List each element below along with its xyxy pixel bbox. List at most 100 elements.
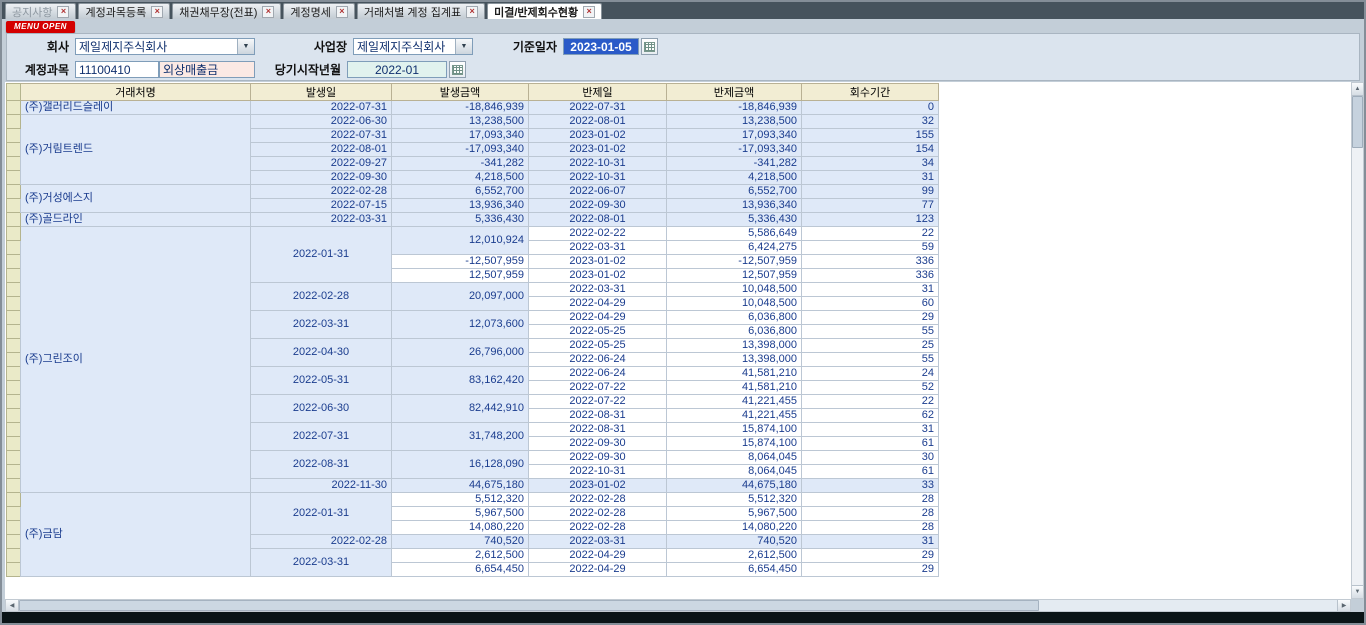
chevron-down-icon[interactable]: ▼	[455, 39, 472, 54]
scroll-down-icon[interactable]: ▼	[1352, 585, 1363, 598]
row-selector[interactable]	[7, 101, 21, 115]
row-selector[interactable]	[7, 563, 21, 577]
occur-date-cell[interactable]: 2022-03-31	[251, 311, 392, 339]
collect-days-cell[interactable]: 34	[802, 157, 939, 171]
column-header[interactable]: 회수기간	[802, 84, 939, 101]
settle-amount-cell[interactable]: 14,080,220	[667, 521, 802, 535]
close-icon[interactable]: ×	[466, 6, 478, 18]
occur-amount-cell[interactable]: 6,654,450	[392, 563, 529, 577]
collect-days-cell[interactable]: 28	[802, 521, 939, 535]
settle-amount-cell[interactable]: 15,874,100	[667, 437, 802, 451]
row-selector[interactable]	[7, 451, 21, 465]
settle-date-cell[interactable]: 2022-02-22	[529, 227, 667, 241]
row-selector[interactable]	[7, 269, 21, 283]
settle-date-cell[interactable]: 2022-03-31	[529, 283, 667, 297]
settle-date-cell[interactable]: 2022-04-29	[529, 549, 667, 563]
horizontal-scrollbar[interactable]: ◀ ▶	[5, 599, 1351, 612]
tab-2[interactable]: 계정과목등록×	[78, 3, 170, 19]
occur-amount-cell[interactable]: 16,128,090	[392, 451, 529, 479]
settle-date-cell[interactable]: 2022-08-01	[529, 115, 667, 129]
collect-days-cell[interactable]: 55	[802, 325, 939, 339]
occur-amount-cell[interactable]: 14,080,220	[392, 521, 529, 535]
collect-days-cell[interactable]: 28	[802, 507, 939, 521]
settle-amount-cell[interactable]: 41,221,455	[667, 409, 802, 423]
occur-date-cell[interactable]: 2022-07-31	[251, 423, 392, 451]
settle-date-cell[interactable]: 2022-02-28	[529, 493, 667, 507]
settle-amount-cell[interactable]: 41,581,210	[667, 381, 802, 395]
column-header[interactable]: 발생금액	[392, 84, 529, 101]
tab-4[interactable]: 계정명세×	[283, 3, 354, 19]
settle-amount-cell[interactable]: 6,036,800	[667, 311, 802, 325]
occur-date-cell[interactable]: 2022-08-31	[251, 451, 392, 479]
collect-days-cell[interactable]: 25	[802, 339, 939, 353]
row-selector[interactable]	[7, 255, 21, 269]
occur-date-cell[interactable]: 2022-06-30	[251, 395, 392, 423]
settle-date-cell[interactable]: 2022-04-29	[529, 311, 667, 325]
occur-amount-cell[interactable]: -17,093,340	[392, 143, 529, 157]
occur-amount-cell[interactable]: 12,507,959	[392, 269, 529, 283]
settle-amount-cell[interactable]: 41,221,455	[667, 395, 802, 409]
occur-amount-cell[interactable]: 31,748,200	[392, 423, 529, 451]
occur-amount-cell[interactable]: 12,073,600	[392, 311, 529, 339]
settle-date-cell[interactable]: 2022-03-31	[529, 241, 667, 255]
settle-date-cell[interactable]: 2022-04-29	[529, 297, 667, 311]
column-header[interactable]: 반제일	[529, 84, 667, 101]
row-selector[interactable]	[7, 507, 21, 521]
collect-days-cell[interactable]: 155	[802, 129, 939, 143]
row-selector[interactable]	[7, 283, 21, 297]
settle-date-cell[interactable]: 2022-08-01	[529, 213, 667, 227]
base-date-input[interactable]: 2023-01-05	[563, 38, 639, 55]
row-selector[interactable]	[7, 185, 21, 199]
collect-days-cell[interactable]: 52	[802, 381, 939, 395]
settle-amount-cell[interactable]: 5,336,430	[667, 213, 802, 227]
settle-amount-cell[interactable]: 740,520	[667, 535, 802, 549]
occur-date-cell[interactable]: 2022-07-31	[251, 129, 392, 143]
row-selector[interactable]	[7, 535, 21, 549]
close-icon[interactable]: ×	[151, 6, 163, 18]
row-selector[interactable]	[7, 381, 21, 395]
settle-date-cell[interactable]: 2023-01-02	[529, 269, 667, 283]
occur-date-cell[interactable]: 2022-05-31	[251, 367, 392, 395]
settle-amount-cell[interactable]: -18,846,939	[667, 101, 802, 115]
settle-amount-cell[interactable]: 12,507,959	[667, 269, 802, 283]
row-selector[interactable]	[7, 199, 21, 213]
tab-5[interactable]: 거래처별 계정 집계표×	[357, 3, 485, 19]
row-selector[interactable]	[7, 493, 21, 507]
occur-date-cell[interactable]: 2022-07-31	[251, 101, 392, 115]
scroll-up-icon[interactable]: ▲	[1352, 83, 1363, 96]
occur-amount-cell[interactable]: 13,238,500	[392, 115, 529, 129]
settle-date-cell[interactable]: 2022-07-22	[529, 381, 667, 395]
occur-amount-cell[interactable]: -18,846,939	[392, 101, 529, 115]
collect-days-cell[interactable]: 99	[802, 185, 939, 199]
company-select[interactable]: 제일제지주식회사 ▼	[75, 38, 255, 55]
row-selector[interactable]	[7, 157, 21, 171]
customer-cell[interactable]: (주)금담	[21, 493, 251, 577]
collect-days-cell[interactable]: 30	[802, 451, 939, 465]
tab-6[interactable]: 미결/반제회수현황×	[487, 3, 602, 19]
row-selector[interactable]	[7, 409, 21, 423]
calendar-icon[interactable]	[641, 38, 658, 55]
occur-amount-cell[interactable]: 2,612,500	[392, 549, 529, 563]
settle-date-cell[interactable]: 2022-07-22	[529, 395, 667, 409]
customer-cell[interactable]: (주)거림트렌드	[21, 115, 251, 185]
settle-date-cell[interactable]: 2022-10-31	[529, 157, 667, 171]
settle-date-cell[interactable]: 2022-05-25	[529, 339, 667, 353]
settle-amount-cell[interactable]: 6,552,700	[667, 185, 802, 199]
collect-days-cell[interactable]: 28	[802, 493, 939, 507]
occur-date-cell[interactable]: 2022-08-01	[251, 143, 392, 157]
settle-amount-cell[interactable]: 41,581,210	[667, 367, 802, 381]
row-selector[interactable]	[7, 325, 21, 339]
row-selector[interactable]	[7, 143, 21, 157]
settle-date-cell[interactable]: 2023-01-02	[529, 479, 667, 493]
occur-amount-cell[interactable]: 82,442,910	[392, 395, 529, 423]
customer-cell[interactable]: (주)골드라인	[21, 213, 251, 227]
chevron-down-icon[interactable]: ▼	[237, 39, 254, 54]
row-selector[interactable]	[7, 437, 21, 451]
customer-cell[interactable]: (주)그린조이	[21, 227, 251, 493]
row-selector[interactable]	[7, 465, 21, 479]
occur-date-cell[interactable]: 2022-03-31	[251, 549, 392, 577]
close-icon[interactable]: ×	[583, 6, 595, 18]
row-selector[interactable]	[7, 479, 21, 493]
settle-date-cell[interactable]: 2023-01-02	[529, 255, 667, 269]
horizontal-scrollbar-thumb[interactable]	[19, 600, 1039, 611]
